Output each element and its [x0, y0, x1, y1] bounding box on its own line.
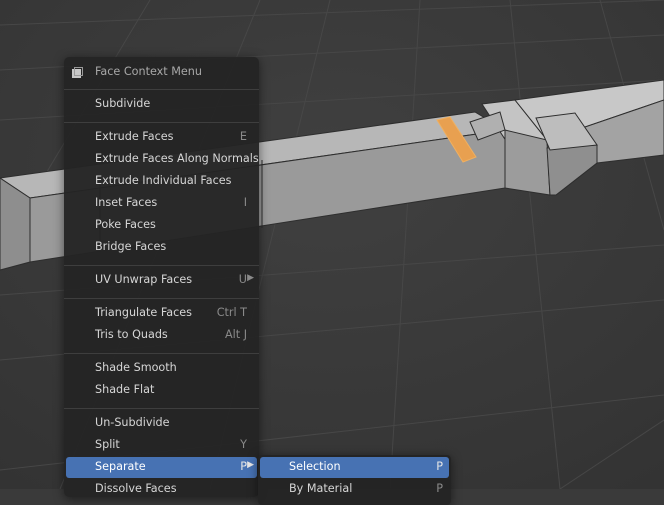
menu-item-label: Bridge Faces: [95, 240, 167, 253]
menu-item-uv-unwrap-faces[interactable]: UV Unwrap Faces U ▶: [66, 270, 257, 291]
menu-item-label: Subdivide: [95, 97, 151, 110]
menu-item-label: UV Unwrap Faces: [95, 273, 193, 286]
shortcut-hint: U: [238, 273, 247, 286]
separator: [64, 122, 259, 123]
menu-item-un-subdivide[interactable]: Un-Subdivide: [66, 413, 257, 434]
menu-item-separate[interactable]: Separate P ▶: [66, 457, 257, 478]
menu-item-tris-to-quads[interactable]: Tris to Quads Alt J: [66, 325, 257, 346]
menu-item-label: Separate: [95, 460, 146, 473]
menu-title-bar: Face Context Menu: [64, 61, 259, 83]
menu-item-label: Tris to Quads: [95, 328, 168, 341]
shortcut-hint: E: [239, 130, 247, 143]
shortcut-hint: Ctrl T: [216, 306, 247, 319]
separator: [64, 89, 259, 90]
menu-item-label: Selection: [289, 460, 341, 473]
menu-item-dissolve-faces[interactable]: Dissolve Faces: [66, 479, 257, 500]
menu-item-inset-faces[interactable]: Inset Faces I: [66, 193, 257, 214]
separate-submenu: Selection P By Material P: [258, 455, 451, 505]
menu-item-label: Un-Subdivide: [95, 416, 170, 429]
menu-item-triangulate-faces[interactable]: Triangulate Faces Ctrl T: [66, 303, 257, 324]
menu-item-label: Split: [95, 438, 120, 451]
menu-item-label: Shade Smooth: [95, 361, 177, 374]
menu-item-subdivide[interactable]: Subdivide: [66, 94, 257, 115]
menu-item-label: Extrude Individual Faces: [95, 174, 232, 187]
menu-item-extrude-individual-faces[interactable]: Extrude Individual Faces: [66, 171, 257, 192]
menu-item-label: Shade Flat: [95, 383, 155, 396]
menu-item-shade-flat[interactable]: Shade Flat: [66, 380, 257, 401]
menu-item-label: Inset Faces: [95, 196, 158, 209]
menu-item-split[interactable]: Split Y: [66, 435, 257, 456]
shortcut-hint: Y: [240, 438, 247, 451]
shortcut-hint: I: [243, 196, 247, 209]
separator: [64, 265, 259, 266]
separator: [64, 353, 259, 354]
separator: [64, 408, 259, 409]
menu-item-label: Extrude Faces: [95, 130, 174, 143]
submenu-item-by-material[interactable]: By Material P: [260, 479, 449, 500]
submenu-item-selection[interactable]: Selection P: [260, 457, 449, 478]
menu-item-extrude-faces-along-normals[interactable]: Extrude Faces Along Normals: [66, 149, 259, 170]
separator: [64, 298, 259, 299]
submenu-arrow-icon: ▶: [247, 273, 254, 283]
menu-item-poke-faces[interactable]: Poke Faces: [66, 215, 257, 236]
shortcut-hint: P: [240, 460, 247, 473]
menu-item-shade-smooth[interactable]: Shade Smooth: [66, 358, 257, 379]
menu-item-extrude-faces[interactable]: Extrude Faces E: [66, 127, 257, 148]
menu-item-label: Poke Faces: [95, 218, 156, 231]
shortcut-hint: Alt J: [224, 328, 247, 341]
menu-title: Face Context Menu: [95, 65, 202, 78]
face-select-icon: [72, 67, 83, 78]
submenu-arrow-icon: ▶: [247, 460, 254, 470]
shortcut-hint: P: [436, 460, 443, 473]
menu-item-bridge-faces[interactable]: Bridge Faces: [66, 237, 257, 258]
menu-item-label: Extrude Faces Along Normals: [95, 152, 259, 165]
menu-item-label: Triangulate Faces: [95, 306, 192, 319]
face-context-menu: Face Context Menu Subdivide Extrude Face…: [64, 57, 259, 497]
